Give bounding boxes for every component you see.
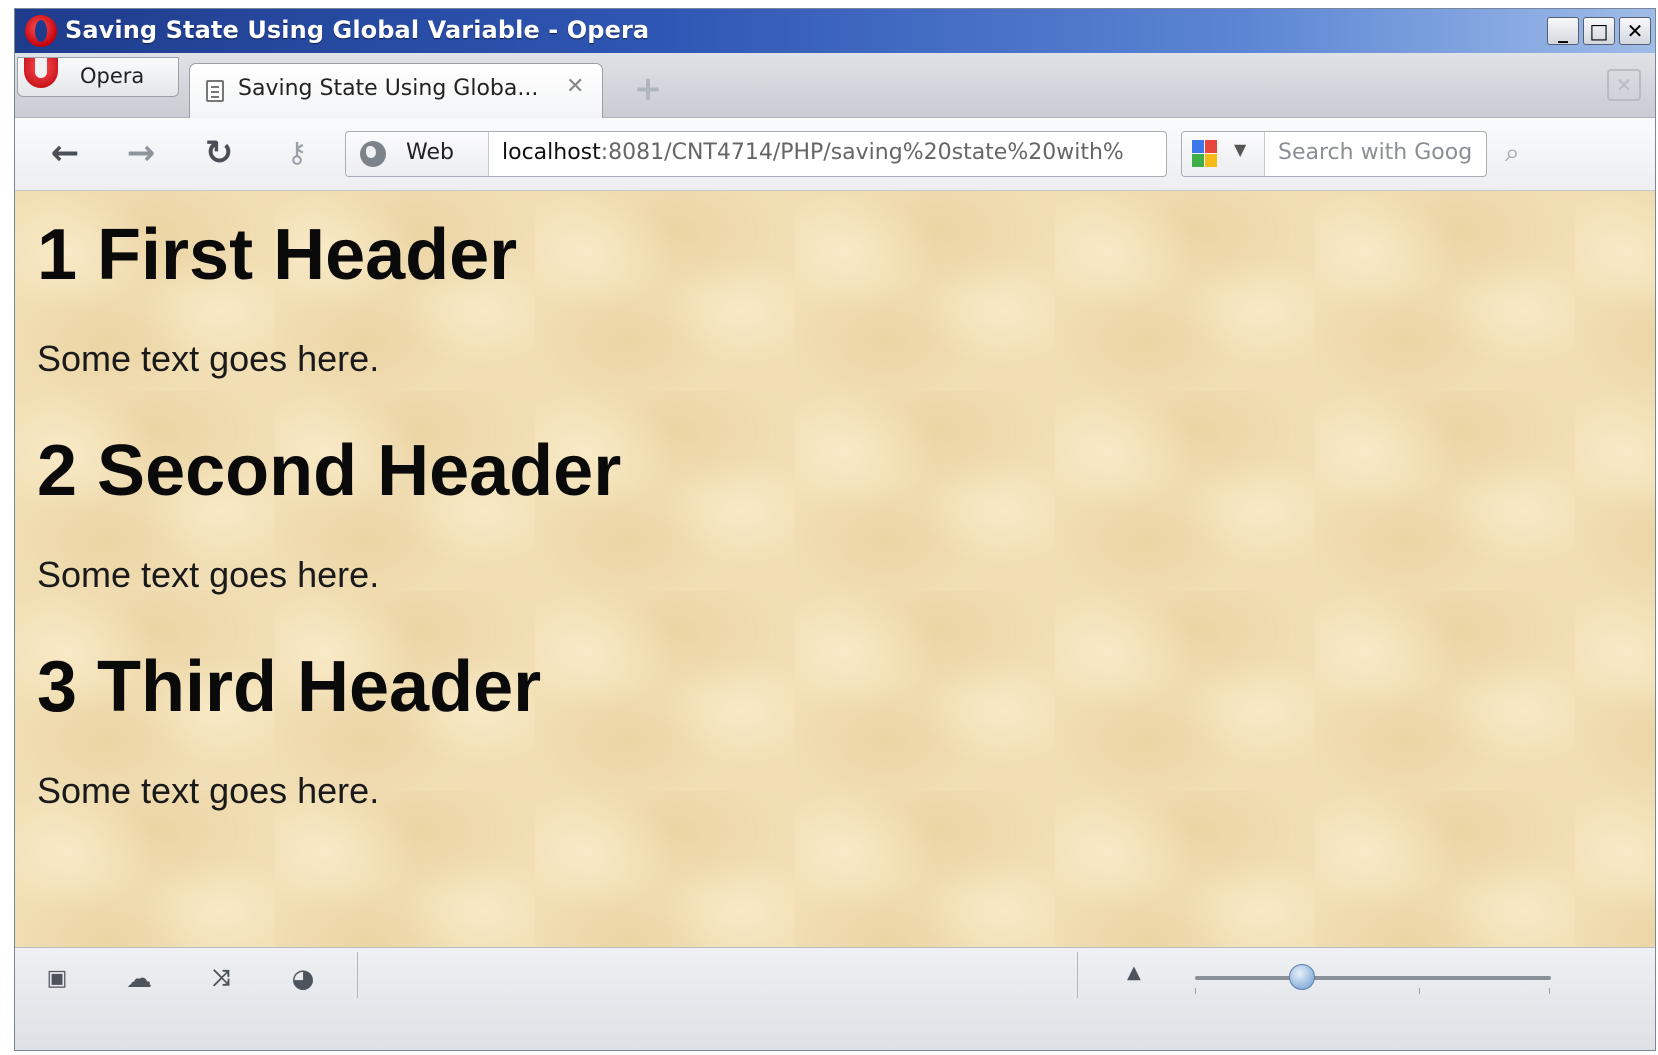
tab-strip: Opera Saving State Using Globa... ✕ + ✕ — [15, 53, 1655, 119]
cloud-icon[interactable]: ☁ — [119, 962, 159, 996]
page-icon — [206, 80, 224, 102]
opera-logo-icon — [25, 15, 57, 47]
google-icon — [1192, 140, 1218, 168]
search-engine-selector[interactable]: ▼ — [1182, 132, 1265, 176]
tab-close-icon[interactable]: ✕ — [566, 74, 584, 99]
tab-title: Saving State Using Globa... — [238, 76, 539, 101]
title-bar: Saving State Using Global Variable - Ope… — [15, 9, 1655, 53]
maximize-button[interactable]: □ — [1583, 17, 1615, 45]
site-info-label: Web — [406, 140, 454, 165]
status-bar: ▣ ☁ ⤨ ◕ ▲ — [15, 947, 1655, 1050]
section-text-2: Some text goes here. — [37, 554, 380, 595]
section-text-3: Some text goes here. — [37, 770, 380, 811]
back-arrow-icon[interactable]: ← — [45, 134, 85, 172]
section-text-1: Some text goes here. — [37, 338, 380, 379]
panels-icon[interactable]: ▣ — [37, 962, 77, 996]
chevron-down-icon: ▼ — [1234, 140, 1247, 159]
zoom-tick — [1419, 988, 1420, 994]
minimize-button[interactable]: _ — [1547, 17, 1579, 45]
zoom-slider-track[interactable] — [1195, 976, 1551, 980]
tab-active[interactable]: Saving State Using Globa... ✕ — [189, 63, 603, 119]
site-info-badge[interactable]: Web — [346, 132, 489, 176]
url-field[interactable]: localhost:8081/CNT4714/PHP/saving%20stat… — [502, 140, 1156, 165]
search-box[interactable]: ▼ Search with Goog — [1181, 131, 1487, 177]
zoom-toggle-icon[interactable]: ▲ — [1127, 962, 1141, 983]
window-title: Saving State Using Global Variable - Ope… — [65, 16, 650, 44]
key-icon[interactable]: ⚷ — [277, 134, 317, 172]
opera-menu-label: Opera — [80, 64, 145, 88]
globe-icon — [360, 141, 386, 167]
section-heading-1: 1 First Header — [37, 215, 518, 295]
zoom-slider-thumb[interactable] — [1288, 964, 1315, 990]
browser-window: Saving State Using Global Variable - Ope… — [14, 8, 1656, 1051]
url-path: :8081/CNT4714/PHP/saving%20state%20with% — [600, 140, 1124, 165]
address-bar[interactable]: Web localhost:8081/CNT4714/PHP/saving%20… — [345, 131, 1167, 177]
zoom-tick — [1549, 988, 1550, 994]
page-content: 1 First Header Some text goes here. 2 Se… — [15, 191, 1655, 947]
status-divider — [1077, 952, 1078, 998]
section-heading-2: 2 Second Header — [37, 431, 622, 511]
forward-arrow-icon[interactable]: → — [121, 134, 161, 172]
opera-o-icon — [24, 58, 58, 88]
opera-menu-button[interactable]: Opera — [17, 57, 179, 97]
navigation-toolbar: ← → ↻ ⚷ Web localhost:8081/CNT4714/PHP/s… — [15, 118, 1655, 191]
zoom-tick — [1195, 988, 1196, 994]
new-tab-icon[interactable]: + — [633, 72, 663, 106]
status-divider — [357, 952, 358, 998]
close-button[interactable]: ✕ — [1619, 17, 1651, 45]
section-heading-3: 3 Third Header — [37, 647, 542, 727]
share-icon[interactable]: ⤨ — [201, 962, 241, 996]
reload-icon[interactable]: ↻ — [199, 134, 239, 172]
url-host: localhost — [502, 140, 601, 165]
search-input[interactable]: Search with Goog — [1278, 140, 1484, 165]
search-icon[interactable]: ⌕ — [1505, 138, 1520, 169]
speed-dial-icon[interactable]: ◕ — [283, 962, 323, 996]
closed-tabs-trash-icon[interactable]: ✕ — [1607, 69, 1641, 101]
